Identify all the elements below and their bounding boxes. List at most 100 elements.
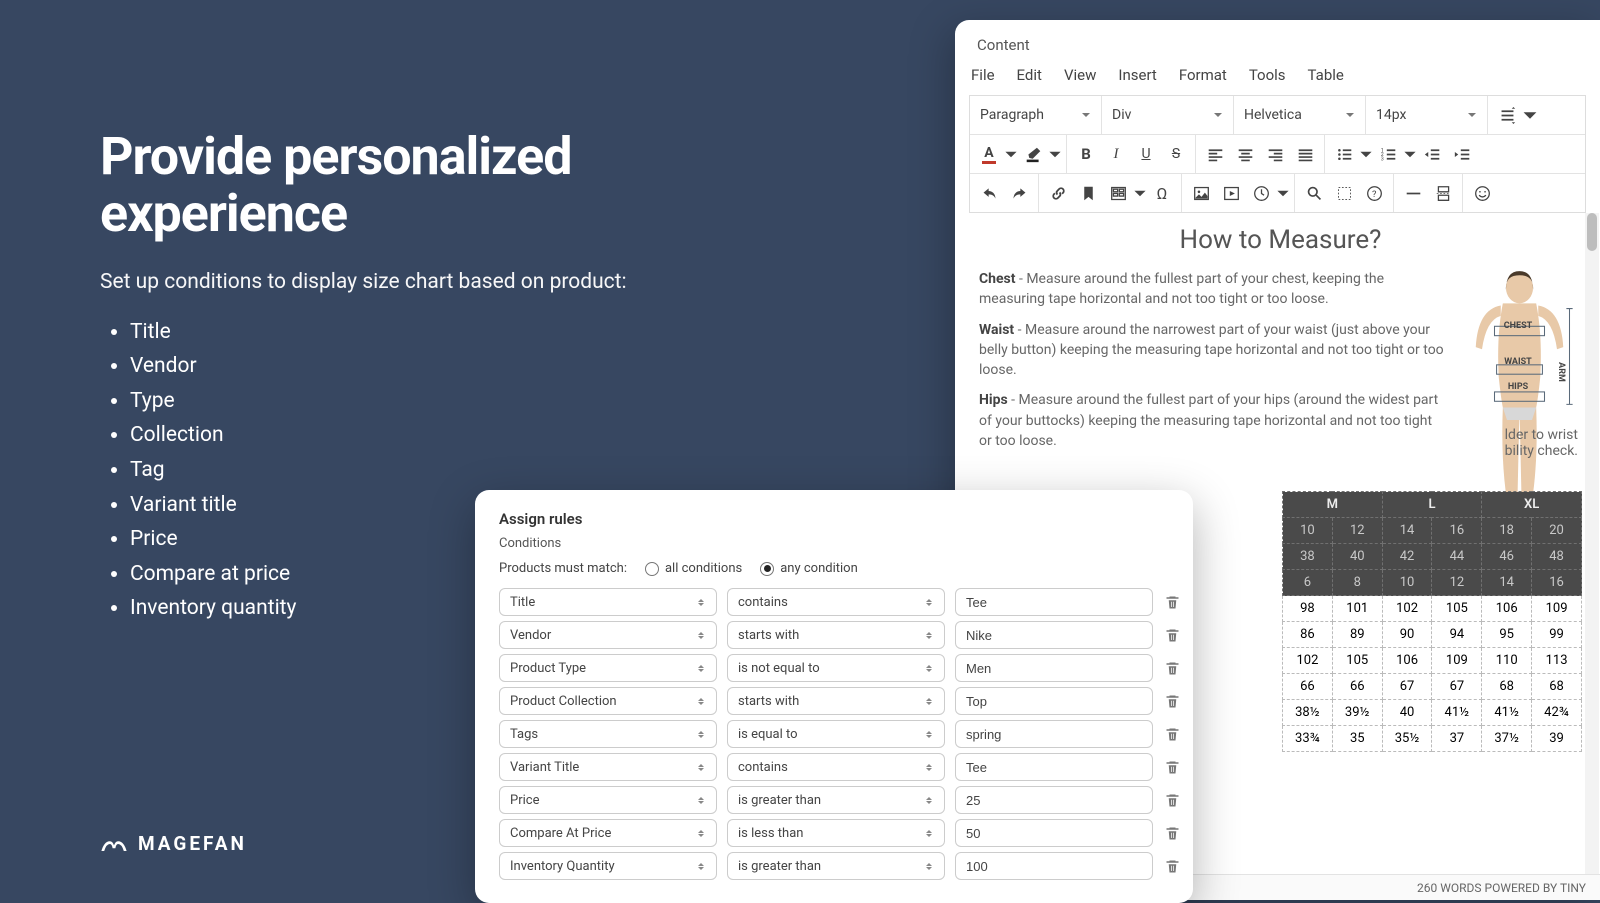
condition-field-select[interactable]: Product Type <box>499 654 717 682</box>
condition-field-select[interactable]: Tags <box>499 720 717 748</box>
emoji-button[interactable] <box>1467 178 1497 208</box>
measure-text: Chest - Measure around the fullest part … <box>979 269 1445 513</box>
chevron-down-icon[interactable] <box>1403 139 1417 169</box>
condition-operator-select[interactable]: starts with <box>727 687 945 715</box>
menu-view[interactable]: View <box>1064 66 1096 84</box>
condition-row: Price is greater than <box>499 786 1169 814</box>
condition-operator-select[interactable]: is equal to <box>727 720 945 748</box>
condition-value-input[interactable] <box>955 720 1153 748</box>
condition-operator-select[interactable]: is not equal to <box>727 654 945 682</box>
condition-operator-select[interactable]: contains <box>727 588 945 616</box>
delete-condition-button[interactable] <box>1163 791 1181 809</box>
bookmark-button[interactable] <box>1073 178 1103 208</box>
radio-all-conditions[interactable]: all conditions <box>645 561 742 576</box>
chevron-down-icon[interactable] <box>1276 178 1290 208</box>
condition-field-select[interactable]: Title <box>499 588 717 616</box>
hero-bullet: Tag <box>130 454 700 487</box>
radio-any-condition[interactable]: any condition <box>760 561 858 576</box>
condition-value-input[interactable] <box>955 588 1153 616</box>
condition-value-input[interactable] <box>955 786 1153 814</box>
chevron-down-icon[interactable] <box>1359 139 1373 169</box>
align-left-button[interactable] <box>1200 139 1230 169</box>
highlight-color-button[interactable] <box>1018 139 1048 169</box>
menu-format[interactable]: Format <box>1179 66 1227 84</box>
condition-field-select[interactable]: Compare At Price <box>499 819 717 847</box>
condition-value-input[interactable] <box>955 852 1153 880</box>
delete-condition-button[interactable] <box>1163 593 1181 611</box>
condition-value-input[interactable] <box>955 687 1153 715</box>
condition-operator-select[interactable]: starts with <box>727 621 945 649</box>
condition-row: Compare At Price is less than <box>499 819 1169 847</box>
image-button[interactable] <box>1186 178 1216 208</box>
font-family-select[interactable]: Helvetica <box>1234 96 1366 134</box>
align-center-button[interactable] <box>1230 139 1260 169</box>
media-button[interactable] <box>1216 178 1246 208</box>
chevron-down-icon[interactable] <box>1133 178 1147 208</box>
delete-condition-button[interactable] <box>1163 626 1181 644</box>
search-button[interactable] <box>1299 178 1329 208</box>
select-all-button[interactable] <box>1329 178 1359 208</box>
scrollbar-thumb[interactable] <box>1587 213 1597 251</box>
condition-row: Title contains <box>499 588 1169 616</box>
condition-field-select[interactable]: Variant Title <box>499 753 717 781</box>
condition-value-input[interactable] <box>955 753 1153 781</box>
condition-row: Vendor starts with <box>499 621 1169 649</box>
condition-operator-select[interactable]: is greater than <box>727 786 945 814</box>
menu-file[interactable]: File <box>971 66 995 84</box>
menu-insert[interactable]: Insert <box>1118 66 1156 84</box>
link-button[interactable] <box>1043 178 1073 208</box>
pagebreak-button[interactable] <box>1428 178 1458 208</box>
undo-button[interactable] <box>974 178 1004 208</box>
condition-field-select[interactable]: Vendor <box>499 621 717 649</box>
indent-button[interactable] <box>1447 139 1477 169</box>
delete-condition-button[interactable] <box>1163 659 1181 677</box>
align-justify-button[interactable] <box>1290 139 1320 169</box>
hero-bullet: Type <box>130 385 700 418</box>
condition-operator-select[interactable]: is less than <box>727 819 945 847</box>
menu-table[interactable]: Table <box>1308 66 1344 84</box>
table-button[interactable] <box>1103 178 1133 208</box>
text-color-button[interactable]: A <box>974 139 1004 169</box>
numbered-list-button[interactable]: 123 <box>1373 139 1403 169</box>
rules-subtitle: Conditions <box>499 536 1169 551</box>
block-format-select[interactable]: Paragraph <box>970 96 1102 134</box>
delete-condition-button[interactable] <box>1163 758 1181 776</box>
editor-menubar: File Edit View Insert Format Tools Table <box>955 60 1600 95</box>
bold-button[interactable]: B <box>1071 139 1101 169</box>
line-height-button[interactable] <box>1492 100 1522 130</box>
condition-value-input[interactable] <box>955 819 1153 847</box>
condition-field-select[interactable]: Product Collection <box>499 687 717 715</box>
special-char-button[interactable]: Ω <box>1147 178 1177 208</box>
condition-operator-select[interactable]: is greater than <box>727 852 945 880</box>
svg-text:?: ? <box>1371 188 1376 199</box>
chevron-down-icon[interactable] <box>1048 139 1062 169</box>
hr-button[interactable] <box>1398 178 1428 208</box>
delete-condition-button[interactable] <box>1163 824 1181 842</box>
bullet-list-button[interactable] <box>1329 139 1359 169</box>
condition-operator-select[interactable]: contains <box>727 753 945 781</box>
condition-value-input[interactable] <box>955 621 1153 649</box>
redo-button[interactable] <box>1004 178 1034 208</box>
strikethrough-button[interactable]: S <box>1161 139 1191 169</box>
scrollbar-track[interactable] <box>1585 213 1599 883</box>
align-right-button[interactable] <box>1260 139 1290 169</box>
menu-edit[interactable]: Edit <box>1017 66 1042 84</box>
italic-button[interactable]: I <box>1101 139 1131 169</box>
delete-condition-button[interactable] <box>1163 692 1181 710</box>
condition-field-select[interactable]: Price <box>499 786 717 814</box>
help-button[interactable]: ? <box>1359 178 1389 208</box>
outdent-button[interactable] <box>1417 139 1447 169</box>
chevron-down-icon[interactable] <box>1004 139 1018 169</box>
datetime-button[interactable] <box>1246 178 1276 208</box>
delete-condition-button[interactable] <box>1163 725 1181 743</box>
editor-toolbar: Paragraph Div Helvetica 14px A B I U S <box>969 95 1586 213</box>
condition-field-select[interactable]: Inventory Quantity <box>499 852 717 880</box>
delete-condition-button[interactable] <box>1163 857 1181 875</box>
menu-tools[interactable]: Tools <box>1249 66 1286 84</box>
chevron-down-icon[interactable] <box>1522 100 1538 130</box>
underline-button[interactable]: U <box>1131 139 1161 169</box>
div-select[interactable]: Div <box>1102 96 1234 134</box>
font-size-select[interactable]: 14px <box>1366 96 1488 134</box>
condition-value-input[interactable] <box>955 654 1153 682</box>
size-table: MLXL101214161820384042444648681012141698… <box>1282 491 1582 752</box>
